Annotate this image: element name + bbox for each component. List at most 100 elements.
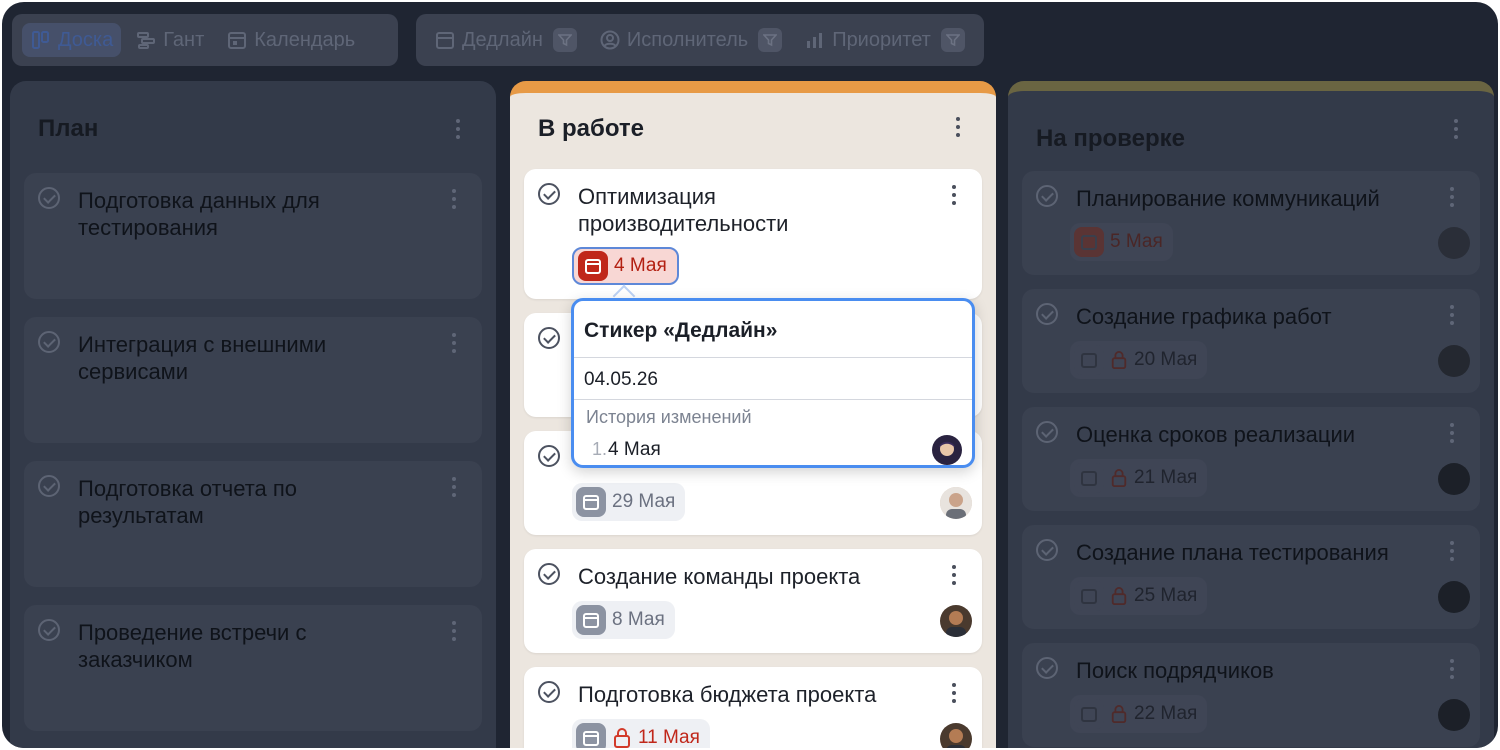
filter-assignee[interactable]: Исполнитель [591,23,790,57]
task-title: Планирование коммуникаций [1076,186,1380,211]
task-card[interactable]: Создание графика работ 20 Мая [1022,289,1480,393]
card-menu-icon[interactable] [452,477,458,497]
task-card[interactable]: Планирование коммуникаций 5 Мая [1022,171,1480,275]
filter-deadline-label: Дедлайн [462,28,543,51]
avatar[interactable] [940,723,972,748]
avatar[interactable] [1438,699,1470,731]
avatar[interactable] [940,605,972,637]
deadline-date: 8 Мая [612,609,665,630]
task-card[interactable]: Подготовка бюджета проекта 11 Мая [524,667,982,748]
history-value: 4 Мая [608,439,661,460]
lock-icon [1111,469,1127,488]
deadline-chip[interactable]: 22 Мая [1070,695,1208,733]
check-circle-icon[interactable] [538,183,560,205]
column-menu-icon[interactable] [1454,119,1460,139]
avatar[interactable] [932,435,962,465]
view-board-tab[interactable]: Доска [22,23,122,57]
funnel-icon[interactable] [940,28,965,52]
deadline-chip[interactable]: 20 Мая [1070,341,1208,379]
deadline-chip[interactable]: 4 Мая [572,247,679,285]
lock-icon [614,728,630,748]
calendar-icon [576,605,606,635]
check-circle-icon[interactable] [1036,185,1058,207]
gantt-icon [137,32,156,49]
task-card[interactable]: Поиск подрядчиков 22 Мая [1022,643,1480,747]
filter-priority[interactable]: Приоритет [796,23,973,57]
card-menu-icon[interactable] [952,185,958,205]
task-title: Оценка сроков реализации [1076,422,1356,447]
task-title: Подготовка бюджета проекта [578,682,877,707]
popup-title: Стикер «Дедлайн» [584,319,778,342]
filter-priority-label: Приоритет [832,28,931,51]
view-calendar-tab[interactable]: Календарь [218,23,363,57]
card-menu-icon[interactable] [1450,187,1456,207]
card-menu-icon[interactable] [952,683,958,703]
card-menu-icon[interactable] [1450,305,1456,325]
card-menu-icon[interactable] [1450,541,1456,561]
avatar[interactable] [940,487,972,519]
check-circle-icon[interactable] [538,681,560,703]
task-card[interactable]: Создание плана тестирования 25 Мая [1022,525,1480,629]
task-card[interactable]: Интеграция с внешними сервисами [24,317,482,443]
deadline-chip[interactable]: 5 Мая [1070,223,1173,261]
check-circle-icon[interactable] [1036,421,1058,443]
lock-icon [1111,587,1127,605]
card-menu-icon[interactable] [452,189,458,209]
check-circle-icon[interactable] [38,619,60,641]
filter-deadline[interactable]: Дедлайн [426,23,585,57]
avatar[interactable] [1438,345,1470,377]
task-card[interactable]: Оптимизация производительности 4 Мая [524,169,982,299]
column-menu-icon[interactable] [456,119,462,139]
view-board-label: Доска [58,28,114,51]
card-menu-icon[interactable] [452,333,458,353]
history-index: 1. [592,439,608,459]
view-gantt-tab[interactable]: Гант [127,23,212,57]
avatar[interactable] [1438,581,1470,613]
task-card[interactable]: Создание команды проекта 8 Мая [524,549,982,653]
column-menu-icon[interactable] [956,117,962,137]
task-card[interactable]: Проведение встречи с заказчиком [24,605,482,731]
calendar-icon [228,32,247,49]
deadline-date: 11 Мая [638,727,700,748]
card-menu-icon[interactable] [1450,659,1456,679]
deadline-chip[interactable]: 29 Мая [572,483,686,521]
history-heading: История изменений [586,407,752,427]
check-circle-icon[interactable] [38,331,60,353]
card-menu-icon[interactable] [452,621,458,641]
view-calendar-label: Календарь [254,28,356,51]
avatar[interactable] [1438,227,1470,259]
deadline-chip[interactable]: 21 Мая [1070,459,1208,497]
check-circle-icon[interactable] [538,563,560,585]
view-switcher: Доска Гант Календарь [12,14,398,66]
task-title: Подготовка данных для тестирования [78,188,320,240]
card-menu-icon[interactable] [1450,423,1456,443]
check-circle-icon[interactable] [38,187,60,209]
task-card[interactable]: Подготовка отчета по результатам [24,461,482,587]
funnel-icon[interactable] [552,28,577,52]
deadline-chip[interactable]: 8 Мая [572,601,675,639]
calendar-icon [1074,699,1104,729]
check-circle-icon[interactable] [538,327,560,349]
task-title: Поиск подрядчиков [1076,658,1274,683]
board-icon [32,31,49,49]
calendar-icon [1074,227,1104,257]
view-gantt-label: Гант [163,28,205,51]
task-card[interactable]: Оценка сроков реализации 21 Мая [1022,407,1480,511]
check-circle-icon[interactable] [1036,539,1058,561]
deadline-date: 22 Мая [1134,703,1198,724]
funnel-icon[interactable] [758,28,783,52]
deadline-value-field[interactable]: 04.05.26 [584,369,658,391]
deadline-date: 4 Мая [614,255,667,276]
avatar[interactable] [1438,463,1470,495]
deadline-date: 5 Мая [1110,231,1163,252]
deadline-chip[interactable]: 25 Мая [1070,577,1208,615]
check-circle-icon[interactable] [1036,657,1058,679]
calendar-icon [576,487,606,517]
card-menu-icon[interactable] [952,565,958,585]
check-circle-icon[interactable] [538,445,560,467]
calendar-icon [576,723,606,748]
deadline-chip[interactable]: 11 Мая [572,719,710,748]
check-circle-icon[interactable] [38,475,60,497]
check-circle-icon[interactable] [1036,303,1058,325]
task-card[interactable]: Подготовка данных для тестирования [24,173,482,299]
